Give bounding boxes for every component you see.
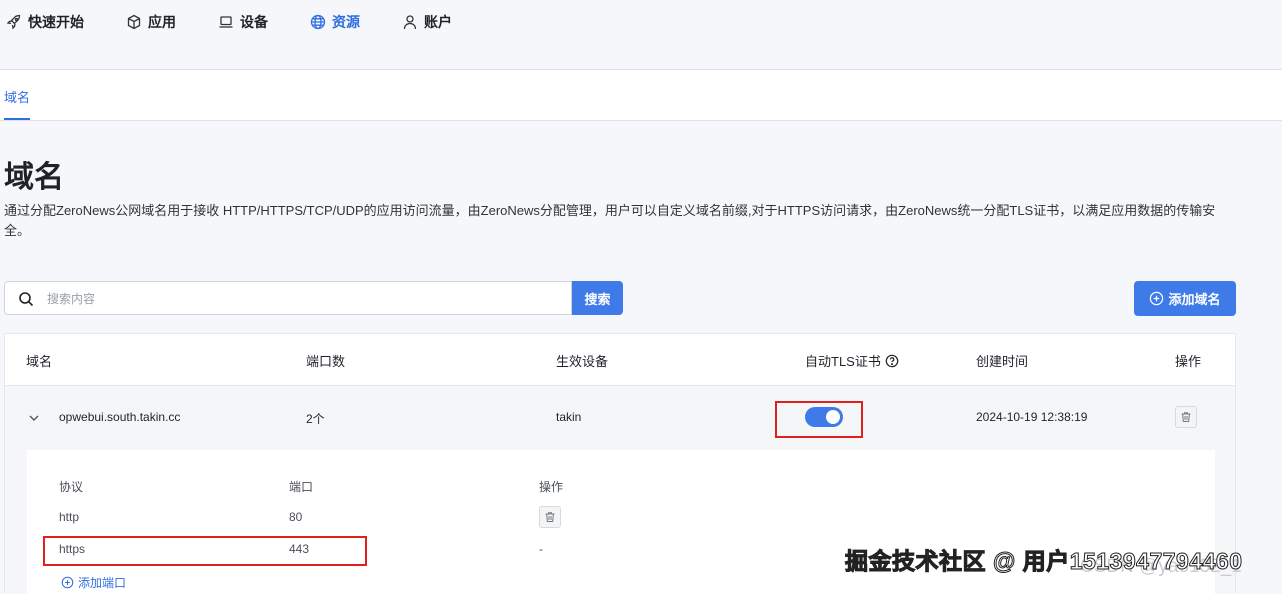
nav-item-account[interactable]: 账户 [402, 12, 452, 32]
watermark: 掘金技术社区 @ 用户1513947794460 [845, 548, 1243, 575]
trash-icon [545, 512, 555, 522]
delete-port-button[interactable] [539, 506, 561, 528]
search-button[interactable]: 搜索 [572, 281, 623, 315]
user-icon [403, 15, 417, 30]
globe-icon [310, 14, 326, 30]
nav-item-label: 资源 [332, 14, 360, 30]
column-header-ports: 端口数 [306, 354, 346, 369]
top-nav: 快速开始 应用 设备 资源 账户 [0, 0, 1282, 70]
trash-icon [1181, 412, 1191, 422]
tab-active-indicator [4, 118, 30, 120]
nav-item-resources[interactable]: 资源 [310, 12, 360, 32]
add-domain-button[interactable]: 添加域名 [1134, 281, 1236, 316]
add-port-label: 添加端口 [78, 576, 127, 590]
plus-circle-icon [61, 576, 74, 589]
help-icon[interactable] [885, 354, 899, 368]
protocol-cell: http [59, 510, 80, 524]
sub-tabs: 域名 [0, 70, 1282, 121]
nav-item-devices[interactable]: 设备 [218, 12, 268, 32]
device-cell: takin [556, 410, 582, 424]
nav-item-label: 设备 [240, 14, 268, 30]
nav-item-apps[interactable]: 应用 [126, 12, 176, 32]
column-header-domain: 域名 [26, 354, 53, 369]
tls-header-label: 自动TLS证书 [805, 354, 881, 369]
column-header-port-actions: 操作 [539, 480, 564, 494]
column-header-port: 端口 [289, 480, 314, 494]
search-box [4, 281, 572, 315]
nav-item-label: 快速开始 [28, 14, 84, 30]
port-action-cell: - [539, 542, 543, 556]
highlight-box [43, 536, 367, 566]
nav-item-quickstart[interactable]: 快速开始 [6, 12, 84, 32]
domain-cell: opwebui.south.takin.cc [59, 410, 181, 424]
nav-item-label: 账户 [424, 14, 452, 30]
created-cell: 2024-10-19 12:38:19 [976, 410, 1088, 424]
column-header-created: 创建时间 [976, 354, 1029, 369]
tab-domain[interactable]: 域名 [4, 87, 30, 106]
column-header-device: 生效设备 [556, 354, 609, 369]
column-header-tls: 自动TLS证书 [805, 351, 899, 370]
rocket-icon [6, 14, 21, 30]
ports-cell: 2个 [306, 412, 325, 426]
laptop-icon [219, 16, 233, 28]
delete-domain-button[interactable] [1175, 406, 1197, 428]
port-cell: 80 [289, 510, 303, 524]
column-header-protocol: 协议 [59, 480, 84, 494]
search-icon [19, 292, 34, 307]
plus-circle-icon [1150, 291, 1164, 306]
nav-item-label: 应用 [148, 14, 176, 30]
table-header: 域名 端口数 生效设备 自动TLS证书 创建时间 操作 [5, 334, 1235, 386]
column-header-actions: 操作 [1175, 354, 1202, 369]
page-description: 通过分配ZeroNews公网域名用于接收 HTTP/HTTPS/TCP/UDP的… [4, 203, 1216, 238]
chevron-down-icon[interactable] [27, 411, 41, 425]
highlight-box [775, 401, 863, 438]
search-input[interactable] [45, 288, 549, 310]
add-domain-label: 添加域名 [1168, 292, 1221, 307]
page-title: 域名 [4, 161, 64, 194]
cube-icon [127, 14, 141, 30]
table-row: opwebui.south.takin.cc 2个 takin 2024-10-… [5, 386, 1235, 450]
add-port-button[interactable]: 添加端口 [61, 574, 126, 591]
